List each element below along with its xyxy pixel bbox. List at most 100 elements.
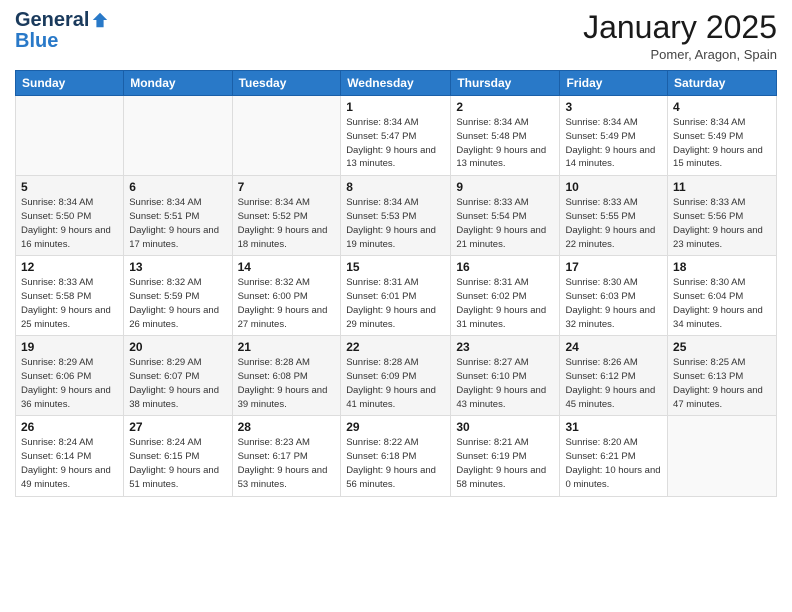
day-number: 11 [673,180,771,194]
day-info: Sunrise: 8:34 AM Sunset: 5:49 PM Dayligh… [565,116,662,171]
day-info: Sunrise: 8:32 AM Sunset: 5:59 PM Dayligh… [129,276,226,331]
day-info: Sunrise: 8:34 AM Sunset: 5:53 PM Dayligh… [346,196,445,251]
calendar-cell: 1 Sunrise: 8:34 AM Sunset: 5:47 PM Daylig… [341,96,451,176]
calendar-cell: 19Sunrise: 8:29 AM Sunset: 6:06 PM Dayli… [16,336,124,416]
weekday-friday: Friday [560,71,668,96]
day-number: 21 [238,340,336,354]
calendar-cell: 26 Sunrise: 8:24 AM Sunset: 6:14 PM Dayli… [16,416,124,496]
day-number: 17 [565,260,662,274]
day-info: Sunrise: 8:34 AM Sunset: 5:48 PM Dayligh… [456,116,554,171]
day-info: Sunrise: 8:20 AM Sunset: 6:21 PM Dayligh… [565,436,662,491]
calendar-cell: 5Sunrise: 8:34 AM Sunset: 5:50 PM Daylig… [16,176,124,256]
weekday-monday: Monday [124,71,232,96]
day-number: 4 [673,100,771,114]
day-info: Sunrise: 8:27 AM Sunset: 6:10 PM Dayligh… [456,356,554,411]
day-number: 10 [565,180,662,194]
day-number: 27 [129,420,226,434]
logo-blue: Blue [15,30,58,52]
day-number: 31 [565,420,662,434]
calendar-cell: 24Sunrise: 8:26 AM Sunset: 6:12 PM Dayli… [560,336,668,416]
calendar-cell: 23 Sunrise: 8:27 AM Sunset: 6:10 PM Dayli… [451,336,560,416]
calendar-cell: 9Sunrise: 8:33 AM Sunset: 5:54 PM Daylig… [451,176,560,256]
day-number: 29 [346,420,445,434]
day-info: Sunrise: 8:22 AM Sunset: 6:18 PM Dayligh… [346,436,445,491]
calendar-cell: 12 Sunrise: 8:33 AM Sunset: 5:58 PM Dayli… [16,256,124,336]
day-number: 6 [129,180,226,194]
calendar-cell: 6 Sunrise: 8:34 AM Sunset: 5:51 PM Daylig… [124,176,232,256]
calendar-cell: 14 Sunrise: 8:32 AM Sunset: 6:00 PM Dayli… [232,256,341,336]
day-info: Sunrise: 8:34 AM Sunset: 5:50 PM Dayligh… [21,196,118,251]
logo: General Blue [15,10,109,53]
day-info: Sunrise: 8:34 AM Sunset: 5:52 PM Dayligh… [238,196,336,251]
day-number: 8 [346,180,445,194]
calendar-cell: 4Sunrise: 8:34 AM Sunset: 5:49 PM Daylig… [668,96,777,176]
calendar-week-4: 19Sunrise: 8:29 AM Sunset: 6:06 PM Dayli… [16,336,777,416]
day-info: Sunrise: 8:33 AM Sunset: 5:55 PM Dayligh… [565,196,662,251]
day-info: Sunrise: 8:28 AM Sunset: 6:08 PM Dayligh… [238,356,336,411]
day-info: Sunrise: 8:24 AM Sunset: 6:14 PM Dayligh… [21,436,118,491]
day-number: 1 [346,100,445,114]
day-info: Sunrise: 8:28 AM Sunset: 6:09 PM Dayligh… [346,356,445,411]
page-header: General Blue January 2025 Pomer, Aragon,… [15,10,777,62]
day-info: Sunrise: 8:33 AM Sunset: 5:58 PM Dayligh… [21,276,118,331]
day-number: 2 [456,100,554,114]
calendar-cell: 25 Sunrise: 8:25 AM Sunset: 6:13 PM Dayli… [668,336,777,416]
calendar-cell: 3 Sunrise: 8:34 AM Sunset: 5:49 PM Daylig… [560,96,668,176]
day-number: 16 [456,260,554,274]
day-number: 3 [565,100,662,114]
calendar-cell: 17 Sunrise: 8:30 AM Sunset: 6:03 PM Dayli… [560,256,668,336]
day-info: Sunrise: 8:30 AM Sunset: 6:03 PM Dayligh… [565,276,662,331]
calendar-week-3: 12 Sunrise: 8:33 AM Sunset: 5:58 PM Dayli… [16,256,777,336]
day-number: 26 [21,420,118,434]
day-info: Sunrise: 8:29 AM Sunset: 6:06 PM Dayligh… [21,356,118,411]
day-info: Sunrise: 8:25 AM Sunset: 6:13 PM Dayligh… [673,356,771,411]
calendar-week-5: 26 Sunrise: 8:24 AM Sunset: 6:14 PM Dayli… [16,416,777,496]
calendar-cell: 13 Sunrise: 8:32 AM Sunset: 5:59 PM Dayli… [124,256,232,336]
day-info: Sunrise: 8:21 AM Sunset: 6:19 PM Dayligh… [456,436,554,491]
day-number: 14 [238,260,336,274]
day-info: Sunrise: 8:30 AM Sunset: 6:04 PM Dayligh… [673,276,771,331]
logo-general: General [15,10,89,30]
location-subtitle: Pomer, Aragon, Spain [583,47,777,62]
day-number: 30 [456,420,554,434]
day-info: Sunrise: 8:32 AM Sunset: 6:00 PM Dayligh… [238,276,336,331]
calendar-cell [668,416,777,496]
day-info: Sunrise: 8:31 AM Sunset: 6:01 PM Dayligh… [346,276,445,331]
calendar-cell: 20 Sunrise: 8:29 AM Sunset: 6:07 PM Dayli… [124,336,232,416]
calendar-cell [124,96,232,176]
calendar-cell: 21 Sunrise: 8:28 AM Sunset: 6:08 PM Dayli… [232,336,341,416]
day-number: 20 [129,340,226,354]
day-info: Sunrise: 8:23 AM Sunset: 6:17 PM Dayligh… [238,436,336,491]
calendar-cell: 8 Sunrise: 8:34 AM Sunset: 5:53 PM Daylig… [341,176,451,256]
weekday-thursday: Thursday [451,71,560,96]
day-info: Sunrise: 8:34 AM Sunset: 5:47 PM Dayligh… [346,116,445,171]
day-number: 12 [21,260,118,274]
calendar-cell: 31 Sunrise: 8:20 AM Sunset: 6:21 PM Dayli… [560,416,668,496]
calendar-cell: 30 Sunrise: 8:21 AM Sunset: 6:19 PM Dayli… [451,416,560,496]
day-number: 13 [129,260,226,274]
day-number: 22 [346,340,445,354]
day-number: 25 [673,340,771,354]
calendar-cell: 7 Sunrise: 8:34 AM Sunset: 5:52 PM Daylig… [232,176,341,256]
calendar-week-2: 5Sunrise: 8:34 AM Sunset: 5:50 PM Daylig… [16,176,777,256]
day-number: 28 [238,420,336,434]
day-number: 24 [565,340,662,354]
day-number: 18 [673,260,771,274]
calendar-cell [232,96,341,176]
day-info: Sunrise: 8:29 AM Sunset: 6:07 PM Dayligh… [129,356,226,411]
calendar-cell: 15Sunrise: 8:31 AM Sunset: 6:01 PM Dayli… [341,256,451,336]
calendar-cell: 22 Sunrise: 8:28 AM Sunset: 6:09 PM Dayli… [341,336,451,416]
calendar-cell: 16Sunrise: 8:31 AM Sunset: 6:02 PM Dayli… [451,256,560,336]
calendar-cell: 10 Sunrise: 8:33 AM Sunset: 5:55 PM Dayli… [560,176,668,256]
weekday-tuesday: Tuesday [232,71,341,96]
calendar-cell: 28 Sunrise: 8:23 AM Sunset: 6:17 PM Dayli… [232,416,341,496]
day-number: 7 [238,180,336,194]
calendar-cell: 18 Sunrise: 8:30 AM Sunset: 6:04 PM Dayli… [668,256,777,336]
title-block: January 2025 Pomer, Aragon, Spain [583,10,777,62]
day-info: Sunrise: 8:33 AM Sunset: 5:56 PM Dayligh… [673,196,771,251]
calendar-page: General Blue January 2025 Pomer, Aragon,… [0,0,792,612]
day-number: 9 [456,180,554,194]
weekday-sunday: Sunday [16,71,124,96]
day-number: 23 [456,340,554,354]
day-info: Sunrise: 8:34 AM Sunset: 5:51 PM Dayligh… [129,196,226,251]
